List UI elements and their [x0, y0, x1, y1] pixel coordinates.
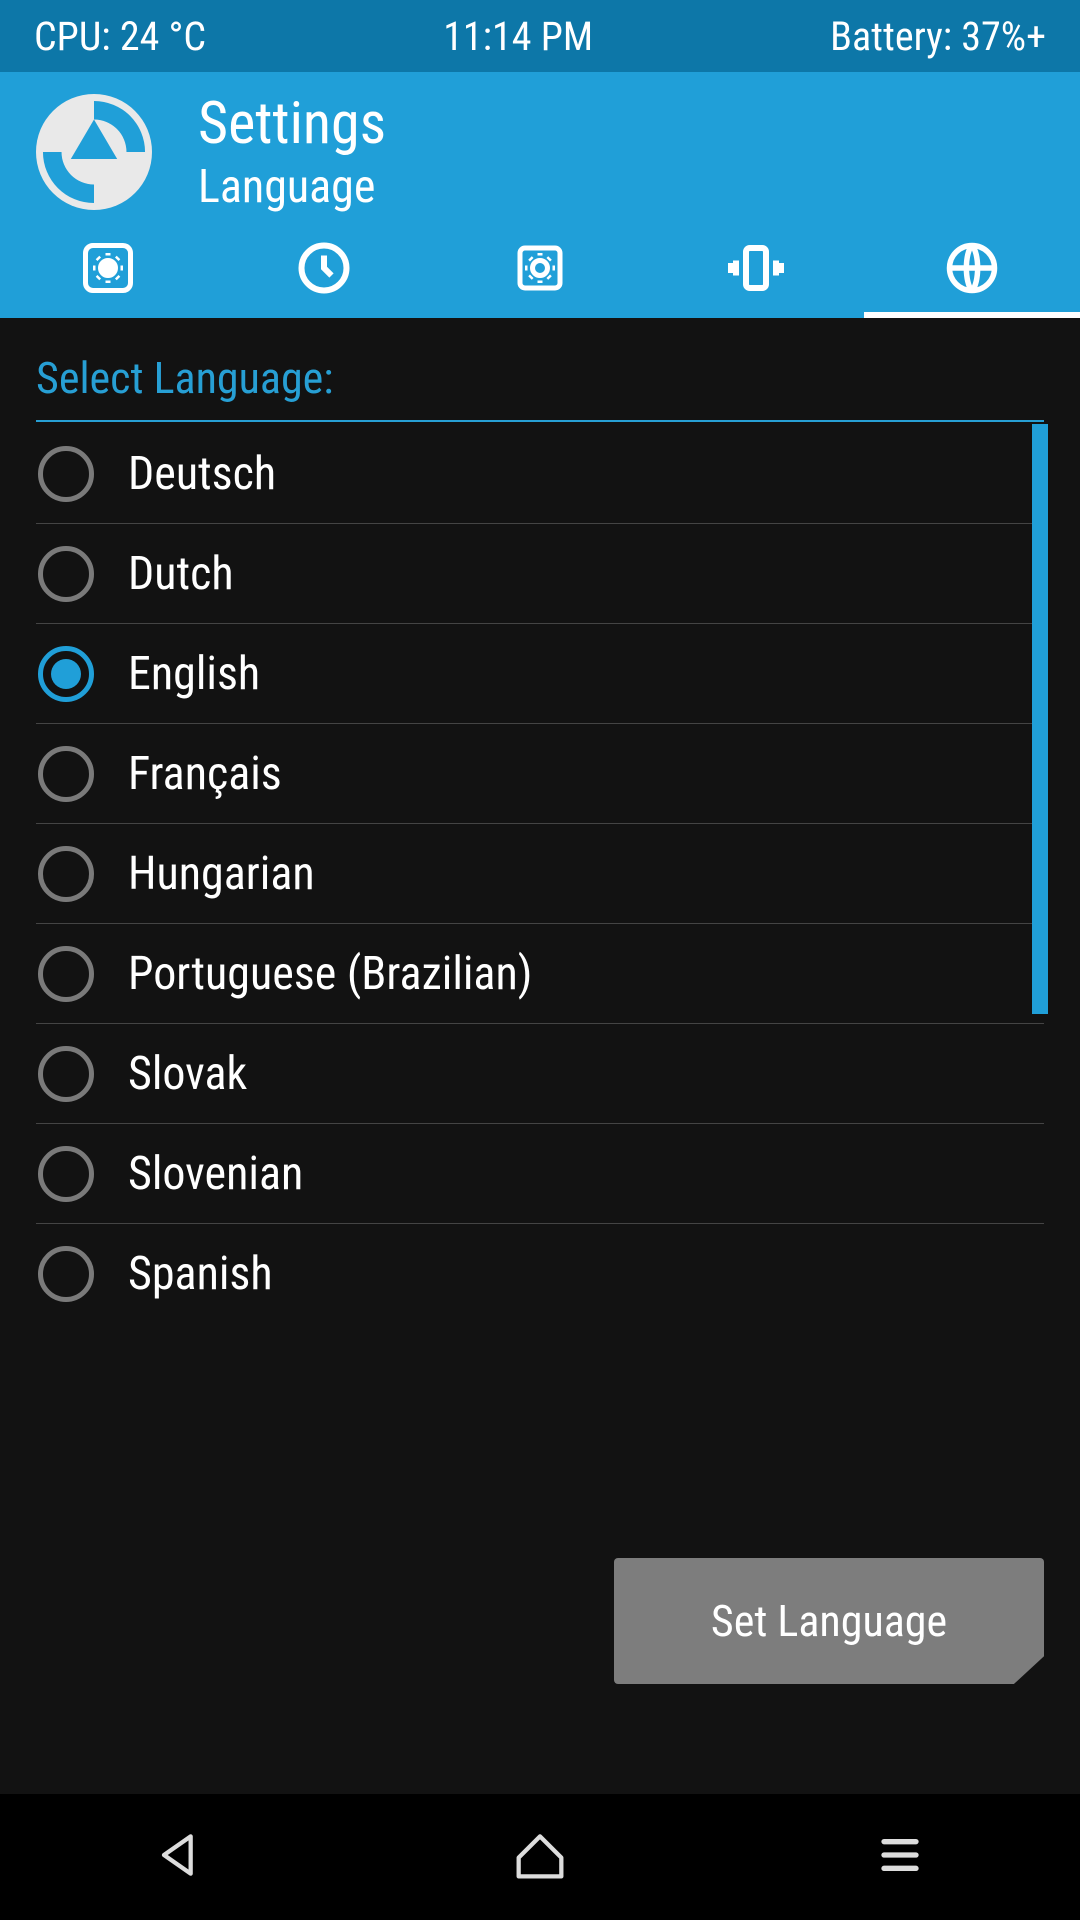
list-item[interactable]: Dutch — [36, 524, 1044, 624]
tab-row — [0, 222, 1080, 318]
list-item[interactable]: Français — [36, 724, 1044, 824]
list-item[interactable]: Deutsch — [36, 424, 1044, 524]
radio-icon — [38, 846, 94, 902]
radio-icon — [38, 1246, 94, 1302]
language-label: Dutch — [128, 547, 234, 601]
radio-icon — [38, 1046, 94, 1102]
language-label: Français — [128, 747, 282, 801]
language-label: Spanish — [128, 1247, 273, 1301]
brightness-icon — [510, 238, 570, 302]
content: Select Language: Deutsch Dutch English F… — [0, 318, 1080, 1794]
globe-icon — [942, 238, 1002, 302]
back-icon[interactable] — [148, 1823, 212, 1891]
twrp-logo-icon — [36, 94, 152, 210]
list-item[interactable]: Slovak — [36, 1024, 1044, 1124]
language-label: Portuguese (Brazilian) — [128, 947, 532, 1001]
language-label: Deutsch — [128, 447, 276, 501]
tab-vibration[interactable] — [648, 222, 864, 318]
tab-general[interactable] — [0, 222, 216, 318]
language-label: Hungarian — [128, 847, 315, 901]
vibration-icon — [726, 238, 786, 302]
list-item[interactable]: English — [36, 624, 1044, 724]
menu-icon[interactable] — [868, 1823, 932, 1891]
tab-screen[interactable] — [432, 222, 648, 318]
header-top: Settings Language — [0, 72, 1080, 222]
language-list[interactable]: Deutsch Dutch English Français Hungarian… — [36, 424, 1044, 1324]
status-cpu: CPU: 24 °C — [34, 13, 206, 60]
list-item[interactable]: Portuguese (Brazilian) — [36, 924, 1044, 1024]
language-label: Slovenian — [128, 1147, 303, 1201]
tab-timezone[interactable] — [216, 222, 432, 318]
radio-icon — [38, 646, 94, 702]
clock-icon — [294, 238, 354, 302]
gear-icon — [78, 238, 138, 302]
section-title: Select Language: — [36, 352, 1044, 422]
list-item[interactable]: Slovenian — [36, 1124, 1044, 1224]
radio-icon — [38, 446, 94, 502]
header-titles: Settings Language — [198, 90, 386, 214]
header: Settings Language — [0, 72, 1080, 318]
home-icon[interactable] — [508, 1823, 572, 1891]
status-time: 11:14 PM — [443, 13, 593, 60]
radio-icon — [38, 546, 94, 602]
radio-icon — [38, 746, 94, 802]
page-subtitle: Language — [198, 160, 386, 214]
radio-icon — [38, 1146, 94, 1202]
status-bar: CPU: 24 °C 11:14 PM Battery: 37%+ — [0, 0, 1080, 72]
tab-language[interactable] — [864, 222, 1080, 318]
language-list-wrap: Deutsch Dutch English Français Hungarian… — [36, 424, 1044, 1324]
language-label: English — [128, 647, 260, 701]
list-item[interactable]: Hungarian — [36, 824, 1044, 924]
list-item[interactable]: Spanish — [36, 1224, 1044, 1324]
set-language-button[interactable]: Set Language — [614, 1558, 1044, 1684]
radio-icon — [38, 946, 94, 1002]
system-navbar — [0, 1794, 1080, 1920]
status-battery: Battery: 37%+ — [830, 13, 1046, 60]
scrollbar[interactable] — [1032, 424, 1048, 1014]
page-title: Settings — [198, 90, 386, 158]
language-label: Slovak — [128, 1047, 247, 1101]
